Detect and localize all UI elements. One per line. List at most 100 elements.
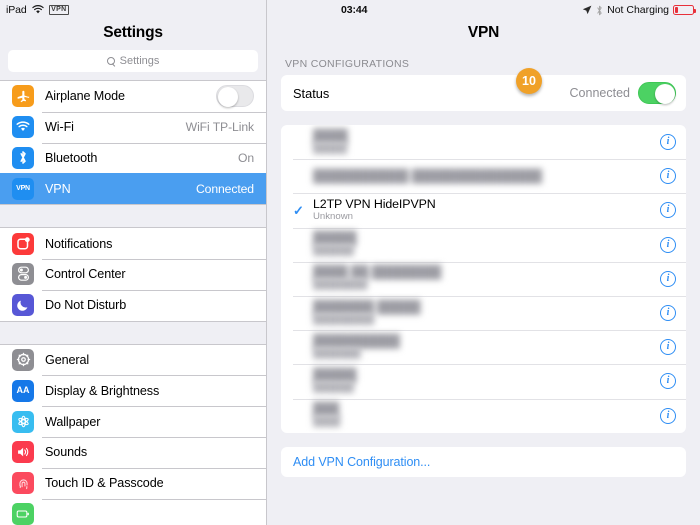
- sidebar-item-label: Do Not Disturb: [45, 298, 127, 313]
- vpn-content: 10 VPN CONFIGURATIONS Status Connected ✓…: [267, 46, 700, 477]
- search-input[interactable]: Settings: [8, 50, 258, 72]
- battery-fill: [675, 7, 678, 13]
- sidebar-item-wallpaper[interactable]: Wallpaper: [0, 406, 266, 437]
- info-icon[interactable]: i: [660, 168, 676, 185]
- vpn-detail-panel: 03:44 Not Charging VPN 10 VPN CONFIGURAT…: [267, 0, 700, 525]
- checkmark-icon: ✓: [293, 375, 307, 388]
- wifi-icon: [12, 116, 34, 139]
- vpn-config-texts: ███████ █████ █████████: [313, 299, 660, 326]
- info-icon[interactable]: i: [660, 202, 676, 219]
- sidebar-group-divider-2: [0, 321, 266, 344]
- vpn-status-row[interactable]: Status Connected: [281, 75, 686, 111]
- vpn-config-subtitle: ████████: [313, 279, 368, 291]
- sidebar-title: Settings: [103, 24, 163, 41]
- vpn-config-row[interactable]: ✓ ███████████ ███████████████ i: [281, 159, 686, 193]
- sidebar-item-label: General: [45, 352, 90, 367]
- info-icon[interactable]: i: [660, 305, 676, 322]
- vpn-config-texts: █████ ██████: [313, 232, 660, 257]
- battery-low-icon: [673, 5, 696, 15]
- battery-icon: [12, 502, 34, 525]
- add-vpn-configuration-label: Add VPN Configuration...: [293, 454, 431, 469]
- vpn-status-toggle[interactable]: [638, 82, 676, 104]
- add-vpn-configuration-button[interactable]: Add VPN Configuration...: [281, 447, 686, 477]
- info-icon[interactable]: i: [660, 236, 676, 253]
- info-icon[interactable]: i: [660, 339, 676, 356]
- bluetooth-icon: [596, 5, 603, 16]
- section-header-vpn-configurations: VPN CONFIGURATIONS: [285, 58, 410, 70]
- search-icon: [106, 56, 116, 66]
- checkmark-icon: ✓: [293, 238, 307, 251]
- do-not-disturb-icon: [12, 294, 34, 317]
- sidebar-item-general[interactable]: General: [0, 344, 266, 376]
- sidebar-item-airplane-mode[interactable]: Airplane Mode: [0, 81, 266, 112]
- sidebar-status-bar: iPad VPN: [0, 0, 266, 20]
- checkmark-icon: ✓: [293, 272, 307, 285]
- sidebar-item-control-center[interactable]: Control Center: [0, 258, 266, 290]
- vpn-config-row[interactable]: ✓ ██████████ ███████ i: [281, 330, 686, 364]
- touch-id-icon: [12, 472, 34, 495]
- sidebar-group-preferences: General AA Display & Brightness Wallpape…: [0, 343, 266, 525]
- sidebar-item-label: VPN: [45, 181, 71, 196]
- sidebar-item-do-not-disturb[interactable]: Do Not Disturb: [0, 289, 266, 321]
- vpn-config-row[interactable]: ✓ ███ ████ i: [281, 398, 686, 433]
- wallpaper-icon: [12, 410, 34, 433]
- vpn-config-subtitle: ██████: [313, 381, 354, 393]
- info-icon[interactable]: i: [660, 134, 676, 151]
- sidebar-item-bluetooth[interactable]: Bluetooth On: [0, 142, 266, 174]
- vpn-icon: VPN: [12, 177, 34, 200]
- sidebar-item-sounds[interactable]: Sounds: [0, 436, 266, 468]
- add-configuration-card: Add VPN Configuration...: [281, 446, 686, 477]
- page-title: VPN: [467, 24, 500, 41]
- control-center-icon: [12, 263, 34, 286]
- vpn-config-texts: ████ ██ ████████ ████████: [313, 266, 660, 291]
- vpn-config-name: L2TP VPN HideIPVPN: [313, 196, 436, 211]
- info-icon[interactable]: i: [660, 407, 676, 424]
- search-container: Settings: [0, 46, 266, 80]
- vpn-config-row[interactable]: ✓ █████ ██████ i: [281, 227, 686, 262]
- sidebar-item-value: On: [237, 150, 254, 165]
- vpn-config-name: ███: [313, 402, 340, 417]
- airplane-mode-toggle[interactable]: [216, 85, 254, 108]
- vpn-config-subtitle: Unknown: [313, 210, 353, 222]
- info-icon[interactable]: i: [660, 270, 676, 287]
- sidebar-item-label: Touch ID & Passcode: [45, 476, 164, 491]
- airplane-icon: [12, 85, 34, 108]
- sidebar-item-label: Notifications: [45, 236, 113, 251]
- checkmark-icon: ✓: [293, 170, 307, 183]
- sidebar-item-value: Connected: [195, 181, 254, 196]
- vpn-config-subtitle: ███████: [313, 347, 361, 359]
- sidebar-item-vpn[interactable]: VPN VPN Connected: [0, 173, 266, 205]
- vpn-config-row-selected[interactable]: ✓ L2TP VPN HideIPVPN Unknown i: [281, 193, 686, 227]
- annotation-badge-10: 10: [516, 68, 542, 94]
- vpn-config-name: ████: [313, 128, 348, 143]
- vpn-config-texts: ███ ████: [313, 403, 660, 428]
- display-brightness-icon: AA: [12, 379, 34, 402]
- sidebar-item-value: WiFi TP-Link: [185, 120, 254, 135]
- vpn-config-row[interactable]: ✓ ███████ █████ █████████ i: [281, 295, 686, 330]
- wifi-icon: [31, 5, 44, 15]
- vpn-config-texts: █████ ██████: [313, 368, 660, 394]
- sidebar-item-label: Wallpaper: [45, 414, 101, 429]
- info-icon[interactable]: i: [660, 373, 676, 390]
- sidebar-item-wifi[interactable]: Wi-Fi WiFi TP-Link: [0, 111, 266, 143]
- vpn-config-row[interactable]: ✓ █████ ██████ i: [281, 364, 686, 398]
- sidebar-item-display-brightness[interactable]: AA Display & Brightness: [0, 375, 266, 407]
- vpn-config-texts: ███████████ ███████████████: [313, 168, 660, 183]
- vpn-config-subtitle: █████████: [313, 313, 375, 325]
- vpn-config-name: ███████ █████: [313, 299, 421, 314]
- toggle-knob: [217, 86, 238, 107]
- sidebar-item-battery[interactable]: [0, 498, 266, 525]
- vpn-config-name: ███████████ ███████████████: [313, 168, 542, 183]
- vpn-config-subtitle: █████: [313, 142, 347, 154]
- ipad-settings-screen: iPad VPN Settings Settings Airplane Mode…: [0, 0, 700, 525]
- sidebar-item-touch-id-passcode[interactable]: Touch ID & Passcode: [0, 467, 266, 499]
- clock-label: 03:44: [341, 4, 368, 16]
- sidebar-group-divider: [0, 205, 266, 228]
- settings-sidebar: iPad VPN Settings Settings Airplane Mode…: [0, 0, 267, 525]
- checkmark-icon: ✓: [293, 307, 307, 320]
- vpn-config-row[interactable]: ✓ ████ ██ ████████ ████████ i: [281, 261, 686, 296]
- sidebar-item-notifications[interactable]: Notifications: [0, 228, 266, 259]
- vpn-config-row[interactable]: ✓ ████ █████ i: [281, 125, 686, 159]
- sidebar-item-label: Sounds: [45, 445, 88, 460]
- vpn-config-subtitle: ████: [313, 416, 341, 428]
